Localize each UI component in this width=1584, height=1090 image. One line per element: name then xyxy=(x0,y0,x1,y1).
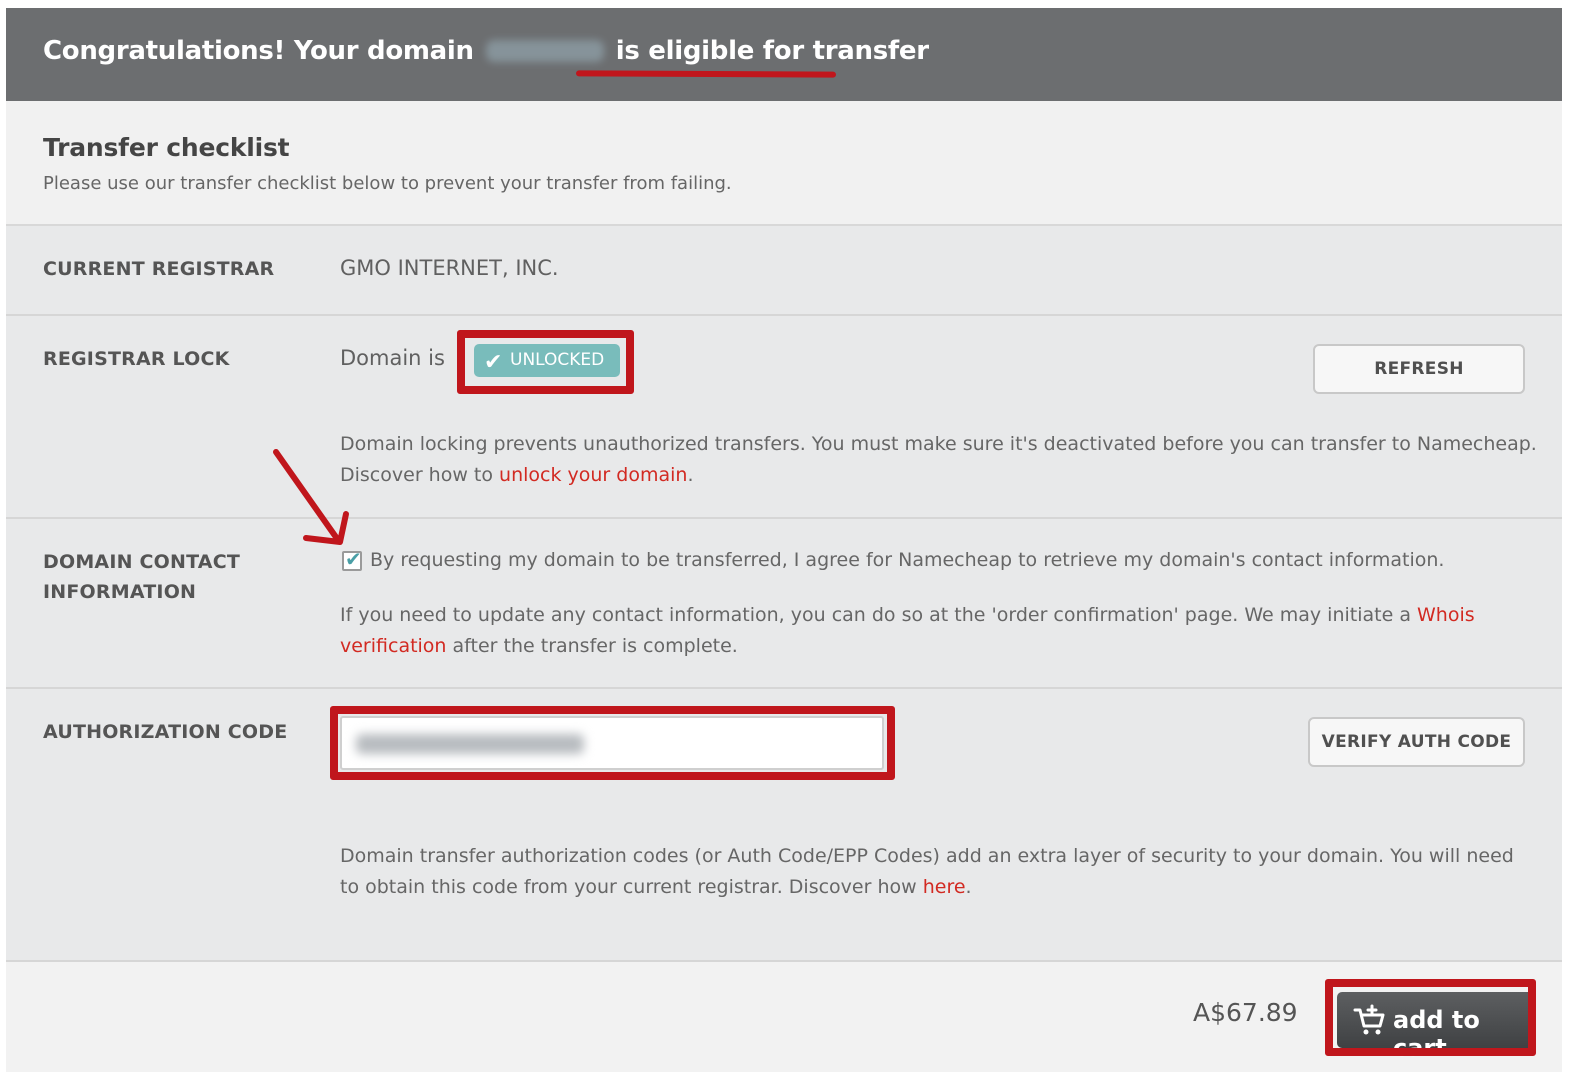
registrar-lock-label: REGISTRAR LOCK xyxy=(43,348,230,370)
contact-info-text: If you need to update any contact inform… xyxy=(340,600,1480,662)
contact-agree-text: By requesting my domain to be transferre… xyxy=(370,549,1445,571)
price: A$67.89 xyxy=(1193,998,1298,1027)
checklist-subtitle: Please use our transfer checklist below … xyxy=(43,173,732,194)
verify-auth-code-button[interactable]: VERIFY AUTH CODE xyxy=(1308,717,1525,767)
contact-info-suffix: after the transfer is complete. xyxy=(452,635,738,657)
header-prefix: Congratulations! Your domain xyxy=(43,36,474,66)
annotation-box-unlocked xyxy=(457,330,634,394)
auth-description: Domain transfer authorization codes (or … xyxy=(340,841,1520,903)
blurred-domain xyxy=(485,40,604,62)
transfer-panel: Congratulations! Your domain is eligible … xyxy=(6,8,1562,1072)
authorization-code-label: AUTHORIZATION CODE xyxy=(43,721,288,743)
domain-contact-label-line2: INFORMATION xyxy=(43,581,197,603)
row-domain-contact: DOMAIN CONTACT INFORMATION By requesting… xyxy=(6,519,1562,689)
lock-description: Domain locking prevents unauthorized tra… xyxy=(340,429,1537,491)
domain-contact-label-line1: DOMAIN CONTACT xyxy=(43,551,241,573)
agree-checkbox[interactable]: ✔ xyxy=(342,547,362,571)
contact-info-prefix: If you need to update any contact inform… xyxy=(340,604,1411,626)
checkbox-check-icon: ✔ xyxy=(345,547,362,571)
arrow-annotation xyxy=(273,449,349,545)
refresh-button[interactable]: REFRESH xyxy=(1313,344,1525,394)
lock-discover-prefix: Discover how to xyxy=(340,464,493,486)
header-suffix: is eligible for transfer xyxy=(615,36,929,66)
unlock-domain-link[interactable]: unlock your domain xyxy=(499,464,687,486)
row-current-registrar: CURRENT REGISTRAR GMO INTERNET, INC. xyxy=(6,226,1562,316)
current-registrar-label: CURRENT REGISTRAR xyxy=(43,258,275,280)
checklist-intro: Transfer checklist Please use our transf… xyxy=(6,101,1562,226)
auth-period: . xyxy=(965,876,972,898)
header-text: Congratulations! Your domain is eligible … xyxy=(43,36,929,66)
annotation-box-cart xyxy=(1325,979,1536,1056)
lock-desc-text: Domain locking prevents unauthorized tra… xyxy=(340,433,1537,455)
annotation-box-auth-code xyxy=(330,706,895,780)
domain-is-text: Domain is xyxy=(340,346,445,370)
auth-here-link[interactable]: here xyxy=(923,876,966,898)
eligibility-header: Congratulations! Your domain is eligible … xyxy=(6,8,1562,101)
lock-period: . xyxy=(687,464,694,486)
domain-contact-label: DOMAIN CONTACT INFORMATION xyxy=(43,547,240,607)
annotation-underline xyxy=(575,70,837,78)
row-registrar-lock: REGISTRAR LOCK Domain is REFRESH Domain … xyxy=(6,316,1562,519)
current-registrar-value: GMO INTERNET, INC. xyxy=(340,256,559,280)
checklist-title: Transfer checklist xyxy=(43,133,290,162)
